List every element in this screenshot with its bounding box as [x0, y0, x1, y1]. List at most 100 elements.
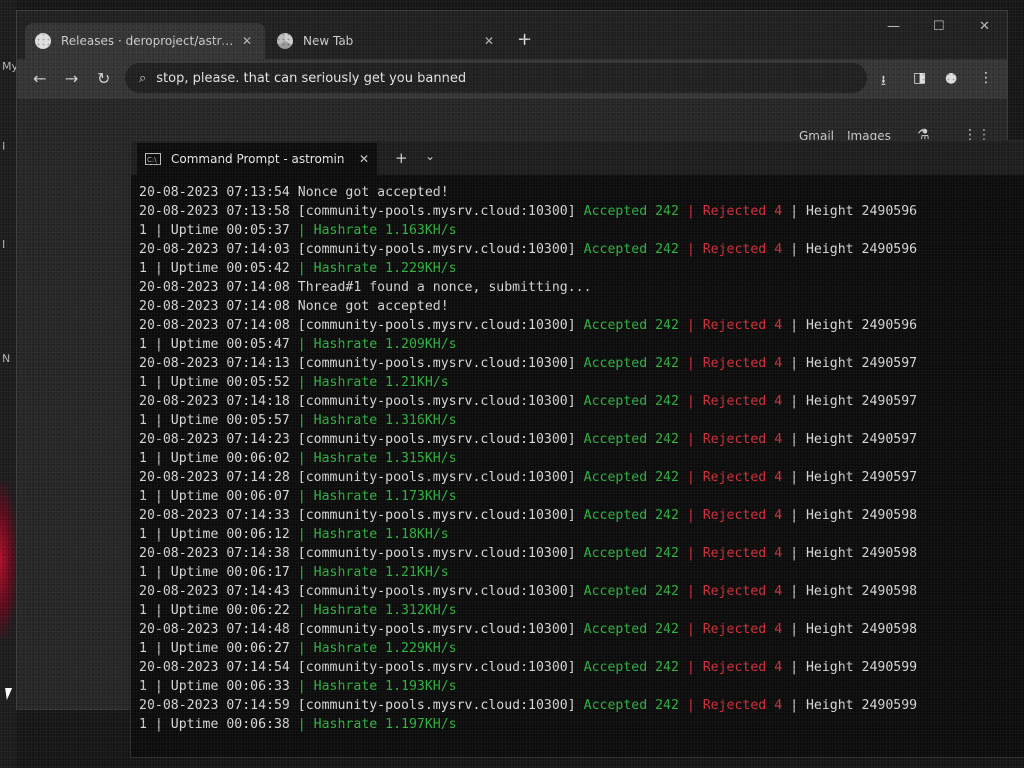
mouse-cursor-icon	[5, 688, 14, 700]
log-text: 1 | Uptime 00:06:17	[139, 565, 298, 580]
close-icon[interactable]: ✕	[239, 34, 255, 48]
log-text: 20-08-2023 07:14:23 [community-pools.mys…	[139, 432, 584, 447]
log-error-text: |	[678, 546, 703, 561]
terminal-line: 1 | Uptime 00:06:07 | Hashrate 1.173KH/s	[139, 487, 1024, 506]
terminal-line: 1 | Uptime 00:06:17 | Hashrate 1.21KH/s	[139, 563, 1024, 582]
terminal-tab[interactable]: C:\ Command Prompt - astromin ✕	[137, 143, 377, 175]
browser-tabstrip: Releases · deroproject/astrobwt-m… ✕ New…	[17, 11, 1007, 59]
minimize-icon[interactable]: —	[887, 19, 900, 34]
terminal-line: 20-08-2023 07:14:59 [community-pools.mys…	[139, 696, 1024, 715]
desktop-icon-label[interactable]: I	[2, 238, 5, 251]
log-text: 1 | Uptime 00:06:27	[139, 641, 298, 656]
log-text: 20-08-2023 07:14:33 [community-pools.mys…	[139, 508, 584, 523]
terminal-line: 1 | Uptime 00:05:37 | Hashrate 1.163KH/s	[139, 221, 1024, 240]
log-success-text: | Hashrate 1.21KH/s	[297, 565, 449, 580]
log-error-text: |	[678, 432, 703, 447]
log-error-text: Rejected 4	[702, 622, 783, 637]
terminal-line: 20-08-2023 07:14:08 Nonce got accepted!	[139, 297, 1024, 316]
log-text: 20-08-2023 07:14:08 [community-pools.mys…	[139, 318, 584, 333]
log-text: 1 | Uptime 00:06:33	[139, 679, 298, 694]
close-window-icon[interactable]: ✕	[979, 19, 990, 34]
new-terminal-tab-button[interactable]: +	[395, 149, 408, 167]
chevron-down-icon[interactable]: ⌄	[425, 149, 435, 163]
log-success-text: Accepted 242	[583, 470, 679, 485]
back-icon[interactable]: ←	[33, 69, 46, 88]
log-text: 20-08-2023 07:14:18 [community-pools.mys…	[139, 394, 584, 409]
download-icon[interactable]: ⭳	[881, 70, 886, 94]
log-success-text: Accepted 242	[583, 698, 679, 713]
log-text: | Height 2490597	[782, 356, 918, 371]
chrome-icon	[277, 33, 293, 49]
forward-icon[interactable]: →	[65, 69, 78, 88]
log-success-text: | Hashrate 1.197KH/s	[297, 717, 457, 732]
reload-icon[interactable]: ↻	[97, 69, 110, 88]
terminal-line: 20-08-2023 07:14:13 [community-pools.mys…	[139, 354, 1024, 373]
log-text: 1 | Uptime 00:06:07	[139, 489, 298, 504]
log-error-text: Rejected 4	[702, 394, 783, 409]
desktop-icon-label[interactable]: N	[2, 352, 10, 365]
log-error-text: Rejected 4	[702, 242, 783, 257]
terminal-line: 1 | Uptime 00:06:12 | Hashrate 1.18KH/s	[139, 525, 1024, 544]
cmd-icon: C:\	[145, 153, 161, 165]
terminal-line: 1 | Uptime 00:06:33 | Hashrate 1.193KH/s	[139, 677, 1024, 696]
log-error-text: |	[678, 242, 703, 257]
log-error-text: |	[678, 508, 703, 523]
log-success-text: | Hashrate 1.18KH/s	[297, 527, 449, 542]
log-text: | Height 2490599	[782, 698, 918, 713]
terminal-line: 1 | Uptime 00:05:57 | Hashrate 1.316KH/s	[139, 411, 1024, 430]
log-error-text: Rejected 4	[702, 508, 783, 523]
profile-icon[interactable]: ●	[945, 70, 957, 86]
log-text: 20-08-2023 07:14:54 [community-pools.mys…	[139, 660, 584, 675]
log-text: 20-08-2023 07:14:08 Thread#1 found a non…	[139, 280, 592, 295]
side-panel-icon[interactable]: ◨	[913, 70, 926, 86]
terminal-line: 20-08-2023 07:13:58 [community-pools.mys…	[139, 202, 1024, 221]
browser-tab-releases[interactable]: Releases · deroproject/astrobwt-m… ✕	[25, 23, 265, 59]
desktop-icon-label[interactable]: I	[2, 140, 5, 153]
address-bar-text: stop, please. that can seriously get you…	[156, 70, 467, 86]
terminal-line: 20-08-2023 07:14:23 [community-pools.mys…	[139, 430, 1024, 449]
terminal-line: 1 | Uptime 00:06:38 | Hashrate 1.197KH/s	[139, 715, 1024, 734]
maximize-icon[interactable]: ☐	[933, 19, 945, 34]
log-success-text: Accepted 242	[583, 660, 679, 675]
log-success-text: | Hashrate 1.316KH/s	[297, 413, 457, 428]
close-icon[interactable]: ✕	[481, 34, 497, 48]
close-icon[interactable]: ✕	[359, 152, 369, 166]
log-success-text: Accepted 242	[583, 242, 679, 257]
log-error-text: |	[678, 584, 703, 599]
address-bar[interactable]: ⌕ stop, please. that can seriously get y…	[125, 63, 867, 93]
log-error-text: Rejected 4	[702, 356, 783, 371]
log-text: 20-08-2023 07:13:58 [community-pools.mys…	[139, 204, 584, 219]
log-text: 1 | Uptime 00:06:22	[139, 603, 298, 618]
log-error-text: |	[678, 394, 703, 409]
terminal-output[interactable]: 20-08-2023 07:13:54 Nonce got accepted! 2…	[139, 183, 1024, 757]
log-success-text: | Hashrate 1.173KH/s	[297, 489, 457, 504]
log-text: 1 | Uptime 00:05:52	[139, 375, 298, 390]
browser-tab-new-tab[interactable]: New Tab ✕	[267, 23, 507, 59]
terminal-line: 20-08-2023 07:14:08 [community-pools.mys…	[139, 316, 1024, 335]
log-success-text: Accepted 242	[583, 546, 679, 561]
terminal-line: 20-08-2023 07:14:43 [community-pools.mys…	[139, 582, 1024, 601]
log-success-text: | Hashrate 1.229KH/s	[297, 261, 457, 276]
terminal-line: 20-08-2023 07:14:38 [community-pools.mys…	[139, 544, 1024, 563]
log-success-text: Accepted 242	[583, 394, 679, 409]
log-error-text: Rejected 4	[702, 204, 783, 219]
terminal-line: 1 | Uptime 00:06:22 | Hashrate 1.312KH/s	[139, 601, 1024, 620]
terminal-line: 20-08-2023 07:14:18 [community-pools.mys…	[139, 392, 1024, 411]
log-success-text: Accepted 242	[583, 432, 679, 447]
new-tab-button[interactable]: +	[517, 29, 532, 50]
terminal-tab-title: Command Prompt - astromin	[171, 152, 345, 166]
log-success-text: Accepted 242	[583, 584, 679, 599]
log-error-text: Rejected 4	[702, 318, 783, 333]
log-error-text: Rejected 4	[702, 698, 783, 713]
terminal-line: 20-08-2023 07:14:08 Thread#1 found a non…	[139, 278, 1024, 297]
log-success-text: | Hashrate 1.21KH/s	[297, 375, 449, 390]
search-icon: ⌕	[139, 70, 147, 86]
log-text: | Height 2490596	[782, 318, 918, 333]
log-success-text: | Hashrate 1.193KH/s	[297, 679, 457, 694]
terminal-line: 1 | Uptime 00:05:42 | Hashrate 1.229KH/s	[139, 259, 1024, 278]
terminal-line: 20-08-2023 07:14:28 [community-pools.mys…	[139, 468, 1024, 487]
log-success-text: Accepted 242	[583, 508, 679, 523]
terminal-line: 1 | Uptime 00:06:02 | Hashrate 1.315KH/s	[139, 449, 1024, 468]
terminal-line: 20-08-2023 07:14:48 [community-pools.mys…	[139, 620, 1024, 639]
menu-icon[interactable]: ⋮	[979, 70, 993, 86]
